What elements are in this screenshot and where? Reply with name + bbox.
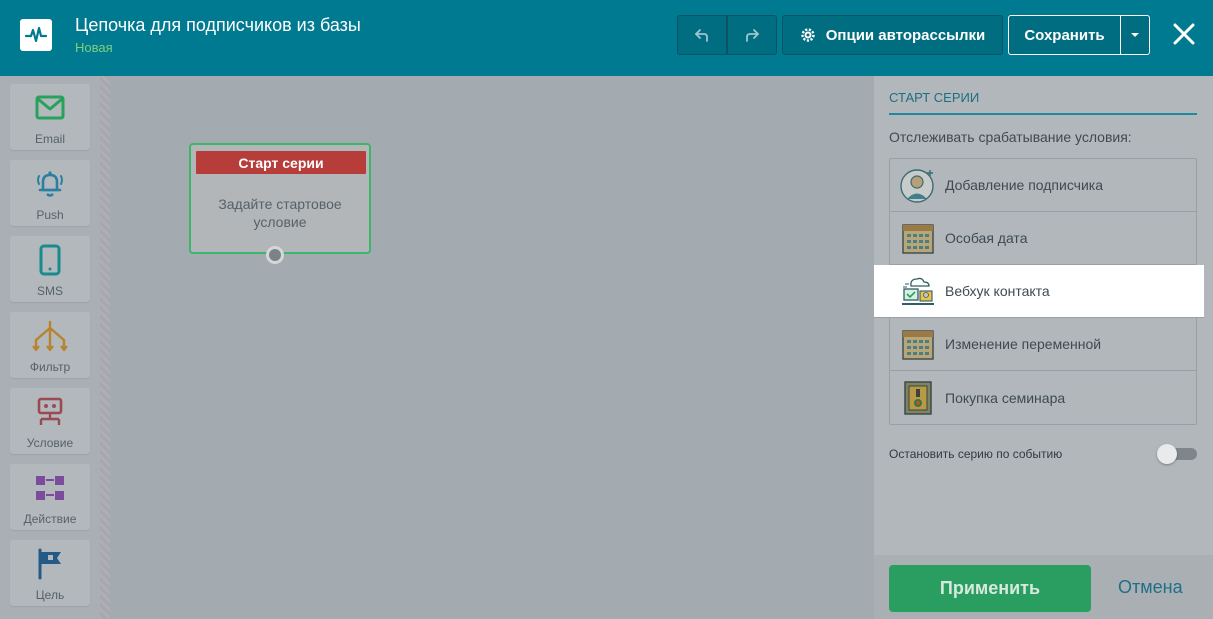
start-node-text: Задайте стартовое условие	[218, 196, 342, 230]
panel-title: СТАРТ СЕРИИ	[889, 90, 980, 105]
trigger-label: Вебхук контакта	[945, 283, 1050, 299]
gear-icon	[801, 28, 815, 42]
tool-label: Фильтр	[29, 360, 71, 374]
seminar-icon	[900, 380, 935, 415]
node-output-port[interactable]	[266, 246, 284, 264]
calendar-icon	[900, 327, 935, 362]
app-header: Цепочка для подписчиков из базы Новая Оп…	[0, 0, 1213, 76]
tool-label: Push	[36, 208, 64, 222]
webhook-icon	[900, 274, 935, 309]
panel-description: Отслеживать срабатывание условия:	[889, 129, 1132, 145]
add-subscriber-icon	[900, 168, 935, 203]
panel-title-underline	[889, 113, 1197, 115]
close-icon	[1173, 23, 1195, 45]
undo-button[interactable]	[677, 15, 727, 55]
trigger-label: Добавление подписчика	[945, 177, 1104, 193]
caret-down-icon	[1131, 33, 1139, 37]
status-text: Новая	[75, 40, 113, 55]
trigger-label: Особая дата	[945, 230, 1028, 246]
start-node-title: Старт серии	[196, 151, 366, 174]
campaign-options-button[interactable]: Опции авторассылки	[782, 15, 1003, 55]
calendar-icon	[900, 221, 935, 256]
tool-label: Email	[34, 132, 65, 146]
tool-email[interactable]: Email	[10, 84, 90, 150]
close-button[interactable]	[1168, 18, 1200, 50]
tool-condition[interactable]: Условие	[10, 388, 90, 454]
tool-goal[interactable]: Цель	[10, 540, 90, 606]
tool-label: SMS	[36, 284, 63, 298]
redo-button[interactable]	[727, 15, 777, 55]
action-icon	[34, 471, 66, 505]
trigger-special-date[interactable]: Особая дата	[890, 212, 1196, 265]
apply-button[interactable]: Применить	[889, 565, 1091, 612]
tool-label: Действие	[23, 512, 77, 526]
envelope-icon	[35, 91, 65, 125]
app-logo[interactable]	[20, 19, 52, 51]
tool-label: Условие	[26, 436, 74, 450]
trigger-variable-change[interactable]: Изменение переменной	[890, 318, 1196, 371]
start-node[interactable]: Старт серии Задайте стартовое условие	[189, 143, 371, 254]
save-label: Сохранить	[1024, 26, 1105, 44]
pulse-icon	[25, 26, 47, 43]
flag-icon	[35, 547, 65, 581]
toggle-knob[interactable]	[1157, 444, 1177, 464]
trigger-label: Изменение переменной	[945, 336, 1102, 352]
campaign-options-label: Опции авторассылки	[825, 26, 986, 44]
bell-icon	[34, 167, 66, 201]
settings-panel: СТАРТ СЕРИИ Отслеживать срабатывание усл…	[874, 76, 1213, 619]
save-button[interactable]: Сохранить	[1008, 15, 1121, 55]
filter-icon	[28, 319, 72, 353]
toolbar-divider	[100, 76, 110, 619]
undo-icon	[695, 29, 708, 42]
tool-push[interactable]: Push	[10, 160, 90, 226]
trigger-contact-webhook[interactable]: Вебхук контакта	[874, 265, 1204, 318]
trigger-list: Добавление подписчика Особая дата Вебхук…	[874, 158, 1204, 425]
cancel-link[interactable]: Отмена	[1118, 577, 1183, 598]
save-dropdown-button[interactable]	[1120, 15, 1150, 55]
condition-icon	[33, 395, 67, 429]
tool-filter[interactable]: Фильтр	[10, 312, 90, 378]
tool-sms[interactable]: SMS	[10, 236, 90, 302]
tool-action[interactable]: Действие	[10, 464, 90, 530]
trigger-label: Покупка семинара	[945, 389, 1066, 406]
redo-icon	[746, 29, 759, 42]
page-title: Цепочка для подписчиков из базы	[75, 15, 361, 35]
block-toolbar: Email Push SMS Фильтр Условие Действие Ц…	[0, 76, 100, 619]
trigger-seminar-purchase[interactable]: Покупка семинара	[890, 371, 1196, 424]
stop-on-event-label: Остановить серию по событию	[889, 447, 1063, 461]
tool-label: Цель	[35, 588, 65, 602]
phone-icon	[38, 243, 62, 277]
trigger-add-subscriber[interactable]: Добавление подписчика	[890, 159, 1196, 212]
